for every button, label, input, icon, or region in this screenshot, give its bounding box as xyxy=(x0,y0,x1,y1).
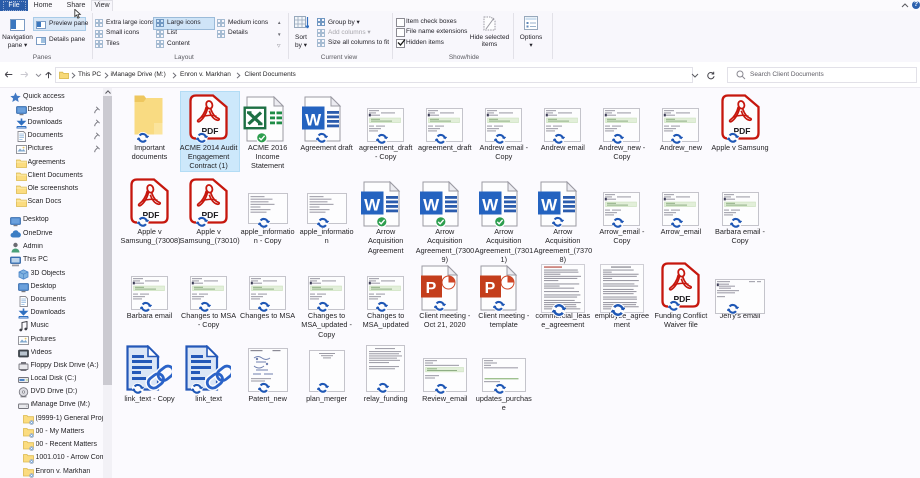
svg-text:P: P xyxy=(485,280,496,297)
svg-text:W: W xyxy=(305,111,322,130)
svg-text:W: W xyxy=(364,195,381,214)
svg-text:W: W xyxy=(482,195,499,214)
svg-text:P: P xyxy=(426,280,437,297)
svg-text:W: W xyxy=(423,195,440,214)
svg-text:W: W xyxy=(541,195,558,214)
